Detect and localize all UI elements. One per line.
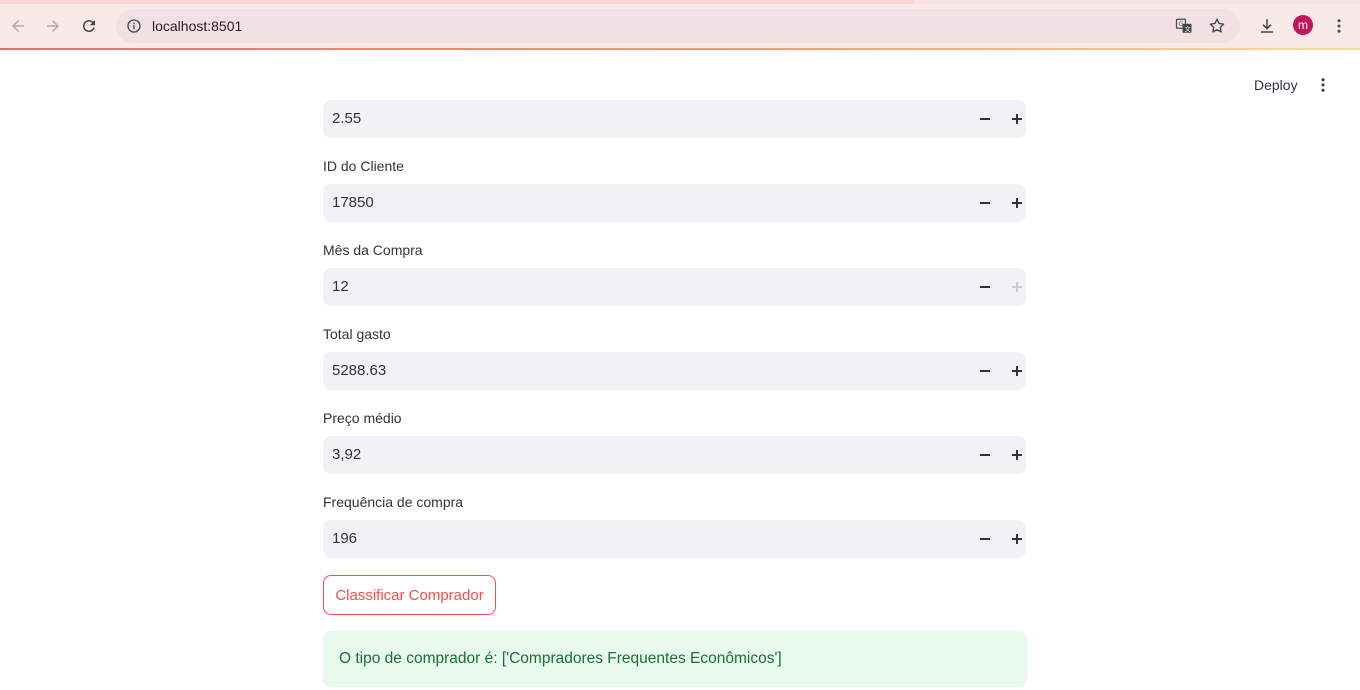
back-arrow-icon[interactable] <box>6 14 30 38</box>
decrement-button[interactable] <box>969 268 1001 306</box>
field-label-id-cliente: ID do Cliente <box>323 158 404 174</box>
result-text: O tipo de comprador é: ['Compradores Fre… <box>339 650 782 667</box>
translate-icon[interactable]: G文 <box>1174 16 1194 36</box>
site-info-icon[interactable] <box>124 16 144 36</box>
profile-avatar[interactable]: m <box>1293 15 1313 35</box>
input-value[interactable]: 196 <box>332 520 357 558</box>
number-input-field-0[interactable]: 2.55 <box>323 100 1026 138</box>
field-label-total-gasto: Total gasto <box>323 326 391 342</box>
increment-button[interactable] <box>1001 352 1033 390</box>
classify-buyer-button[interactable]: Classificar Comprador <box>323 575 496 615</box>
field-label-frequencia-compra: Frequência de compra <box>323 494 464 510</box>
minus-icon <box>980 538 990 540</box>
download-icon[interactable] <box>1255 14 1279 38</box>
decrement-button[interactable] <box>969 100 1001 138</box>
input-value[interactable]: 5288.63 <box>332 352 386 390</box>
plus-icon <box>1012 114 1022 124</box>
minus-icon <box>980 454 990 456</box>
plus-icon <box>1012 450 1022 460</box>
number-input-mes-compra[interactable]: 12 <box>323 268 1026 306</box>
plus-icon <box>1012 366 1022 376</box>
minus-icon <box>980 370 990 372</box>
number-input-id-cliente[interactable]: 17850 <box>323 184 1026 222</box>
decrement-button[interactable] <box>969 520 1001 558</box>
input-value[interactable]: 3,92 <box>332 436 361 474</box>
minus-icon <box>980 118 990 120</box>
plus-icon <box>1012 198 1022 208</box>
input-value[interactable]: 12 <box>332 268 349 306</box>
increment-button-disabled[interactable] <box>1001 268 1033 306</box>
kebab-menu-icon[interactable] <box>1327 14 1351 38</box>
increment-button[interactable] <box>1001 100 1033 138</box>
input-value[interactable]: 2.55 <box>332 100 361 138</box>
url-text[interactable]: localhost:8501 <box>152 18 242 34</box>
input-value[interactable]: 17850 <box>332 184 374 222</box>
plus-icon <box>1012 282 1022 292</box>
plus-icon <box>1012 534 1022 544</box>
increment-button[interactable] <box>1001 184 1033 222</box>
svg-text:G: G <box>1179 21 1184 28</box>
minus-icon <box>980 286 990 288</box>
svg-text:文: 文 <box>1185 25 1191 33</box>
decrement-button[interactable] <box>969 184 1001 222</box>
main-menu-icon[interactable] <box>1312 74 1334 96</box>
star-icon[interactable] <box>1207 16 1227 36</box>
field-label-mes-compra: Mês da Compra <box>323 242 423 258</box>
decrement-button[interactable] <box>969 436 1001 474</box>
increment-button[interactable] <box>1001 520 1033 558</box>
forward-arrow-icon[interactable] <box>41 14 65 38</box>
deploy-button[interactable]: Deploy <box>1246 72 1306 98</box>
browser-toolbar: localhost:8501 G文 m <box>0 4 1360 48</box>
number-input-total-gasto[interactable]: 5288.63 <box>323 352 1026 390</box>
increment-button[interactable] <box>1001 436 1033 474</box>
number-input-frequencia-compra[interactable]: 196 <box>323 520 1026 558</box>
address-bar[interactable]: localhost:8501 G文 <box>116 9 1240 43</box>
number-input-preco-medio[interactable]: 3,92 <box>323 436 1026 474</box>
success-alert: O tipo de comprador é: ['Compradores Fre… <box>323 631 1027 687</box>
decrement-button[interactable] <box>969 352 1001 390</box>
toolbar-divider <box>0 48 1360 50</box>
reload-icon[interactable] <box>77 14 101 38</box>
field-label-preco-medio: Preço médio <box>323 410 402 426</box>
minus-icon <box>980 202 990 204</box>
